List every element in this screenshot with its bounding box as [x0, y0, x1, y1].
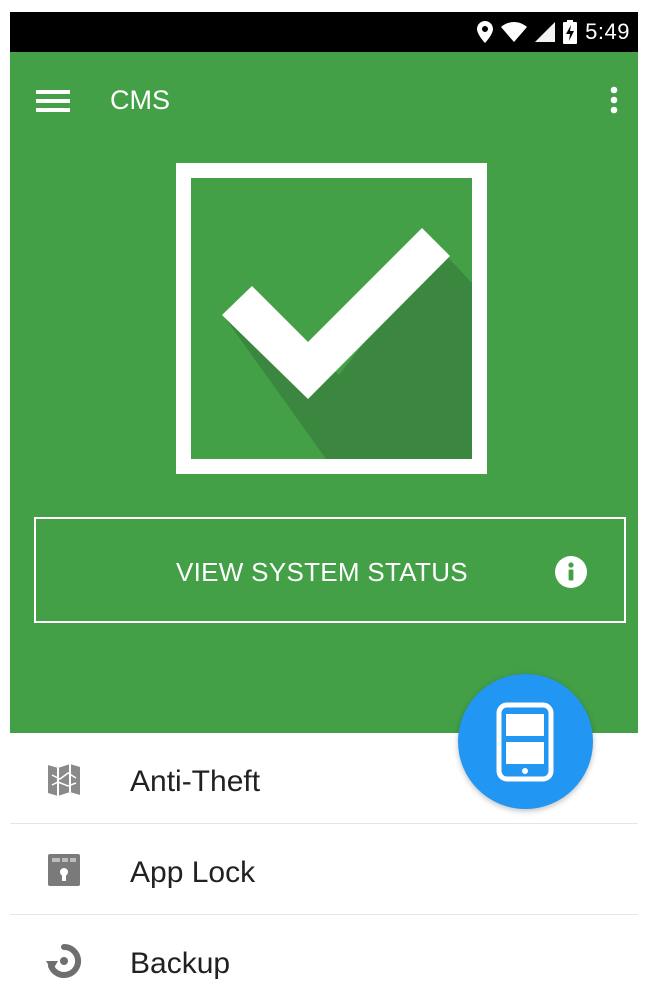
status-icons: 5:49	[477, 19, 630, 45]
list-item-backup[interactable]: Backup	[10, 915, 638, 1005]
lock-icon	[48, 854, 80, 886]
backup-icon	[46, 943, 82, 978]
view-system-status-button[interactable]: VIEW SYSTEM STATUS	[34, 517, 626, 623]
signal-icon	[535, 22, 556, 42]
checkmark-icon	[176, 163, 487, 474]
location-icon	[477, 21, 494, 43]
view-system-status-label: VIEW SYSTEM STATUS	[176, 557, 468, 587]
list-item-label: Backup	[130, 947, 231, 980]
battery-charging-icon	[563, 20, 578, 44]
list-item-label: App Lock	[130, 856, 256, 889]
info-icon[interactable]	[555, 556, 587, 588]
hero-panel: CMS VIEW SYSTEM STATUS	[10, 52, 638, 733]
screen-edge-right	[638, 0, 645, 1003]
status-bar: 5:49	[10, 12, 638, 52]
list-item-app-lock[interactable]: App Lock	[10, 824, 638, 915]
phone-icon	[496, 702, 554, 782]
status-time: 5:49	[585, 19, 630, 44]
more-vertical-icon[interactable]	[604, 82, 624, 122]
toolbar: CMS	[10, 52, 638, 150]
app-title: CMS	[110, 85, 170, 115]
protected-status-graphic	[176, 163, 487, 474]
wifi-icon	[501, 22, 528, 42]
hamburger-menu-icon[interactable]	[36, 86, 72, 116]
map-icon	[48, 764, 80, 796]
device-fab-button[interactable]	[458, 674, 593, 809]
screen-edge-left	[0, 0, 10, 1003]
list-item-label: Anti-Theft	[130, 765, 261, 798]
